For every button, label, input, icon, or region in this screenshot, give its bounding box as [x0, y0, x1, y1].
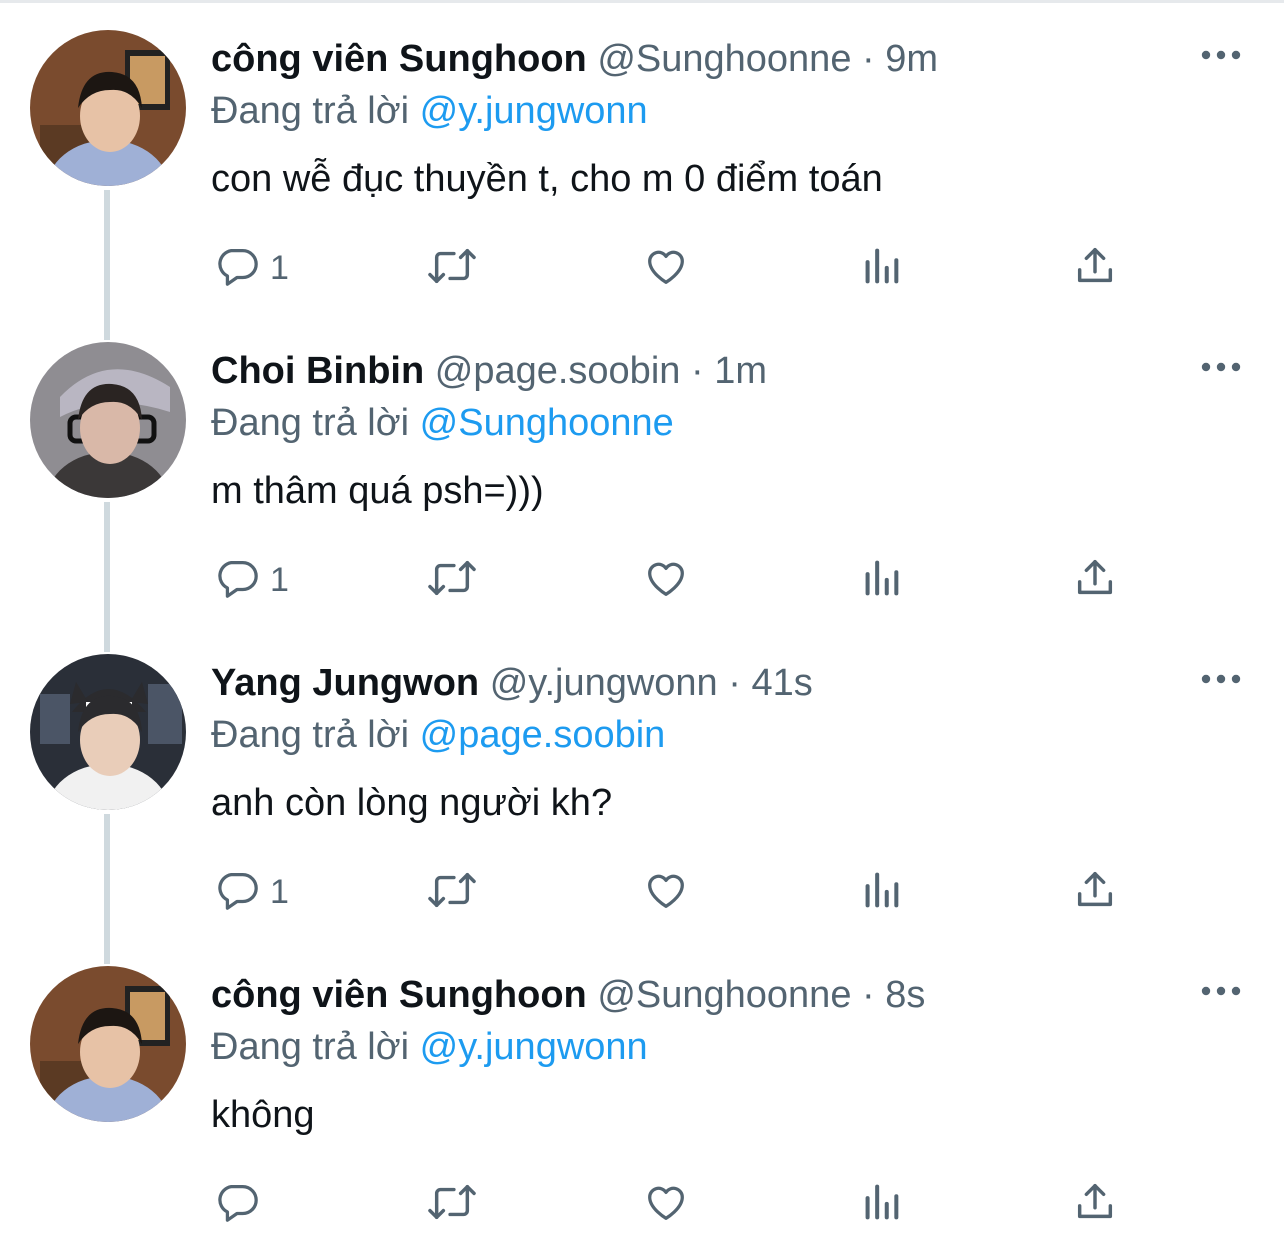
- reply-count: 1: [270, 872, 289, 911]
- tweet-text: anh còn lòng người kh?: [211, 782, 613, 824]
- replying-to: Đang trả lời @Sunghoonne: [211, 400, 674, 446]
- user-handle[interactable]: @Sunghoonne: [597, 974, 851, 1016]
- heart-icon: [642, 1179, 690, 1230]
- views-icon: [858, 555, 904, 606]
- tweet-header: công viên Sunghoon @Sunghoonne · 9m: [211, 36, 938, 82]
- reply-icon: [214, 555, 260, 606]
- replying-label: Đang trả lời: [211, 1026, 410, 1068]
- like-button[interactable]: [642, 1180, 690, 1228]
- retweet-icon: [424, 243, 480, 294]
- retweet-button[interactable]: [424, 556, 480, 604]
- tweet[interactable]: Yang Jungwon @y.jungwonn · 41s Đang trả …: [0, 624, 1284, 936]
- timestamp[interactable]: 41s: [751, 662, 812, 704]
- tweet-actions: 1: [0, 212, 1284, 322]
- reply-button[interactable]: 1: [214, 868, 289, 916]
- retweet-button[interactable]: [424, 1180, 480, 1228]
- views-icon: [858, 243, 904, 294]
- reply-button[interactable]: 1: [214, 244, 289, 292]
- share-button[interactable]: [1072, 244, 1118, 292]
- tweet[interactable]: công viên Sunghoon @Sunghoonne · 8s Đang…: [0, 936, 1284, 1248]
- display-name[interactable]: công viên Sunghoon: [211, 38, 587, 80]
- share-icon: [1072, 555, 1118, 606]
- tweet-text: m thâm quá psh=))): [211, 470, 544, 512]
- heart-icon: [642, 867, 690, 918]
- avatar[interactable]: [30, 342, 186, 498]
- timestamp[interactable]: 1m: [714, 350, 767, 392]
- retweet-icon: [424, 555, 480, 606]
- tweet-text: không: [211, 1094, 315, 1136]
- more-icon[interactable]: [1198, 976, 1244, 1006]
- tweet[interactable]: Choi Binbin @page.soobin · 1m Đang trả l…: [0, 312, 1284, 624]
- user-handle[interactable]: @page.soobin: [435, 350, 681, 392]
- reply-icon: [214, 867, 260, 918]
- share-button[interactable]: [1072, 556, 1118, 604]
- more-icon[interactable]: [1198, 40, 1244, 70]
- tweet-actions: 1: [0, 524, 1284, 634]
- display-name[interactable]: Yang Jungwon: [211, 662, 479, 704]
- views-icon: [858, 1179, 904, 1230]
- retweet-icon: [424, 1179, 480, 1230]
- like-button[interactable]: [642, 556, 690, 604]
- tweet-actions: [0, 1148, 1284, 1258]
- mention-link[interactable]: @y.jungwonn: [420, 90, 648, 132]
- display-name[interactable]: Choi Binbin: [211, 350, 424, 392]
- retweet-button[interactable]: [424, 868, 480, 916]
- avatar[interactable]: [30, 30, 186, 186]
- user-handle[interactable]: @y.jungwonn: [490, 662, 718, 704]
- mention-link[interactable]: @Sunghoonne: [420, 402, 674, 444]
- reply-count: 1: [270, 560, 289, 599]
- like-button[interactable]: [642, 868, 690, 916]
- share-icon: [1072, 867, 1118, 918]
- views-button[interactable]: [858, 1180, 904, 1228]
- separator: ·: [862, 38, 875, 80]
- heart-icon: [642, 243, 690, 294]
- views-button[interactable]: [858, 244, 904, 292]
- views-button[interactable]: [858, 868, 904, 916]
- mention-link[interactable]: @page.soobin: [420, 714, 666, 756]
- heart-icon: [642, 555, 690, 606]
- reply-button[interactable]: 1: [214, 556, 289, 604]
- separator: ·: [690, 350, 704, 392]
- tweet-header: Choi Binbin @page.soobin · 1m: [211, 348, 767, 394]
- avatar[interactable]: [30, 966, 186, 1122]
- more-icon[interactable]: [1198, 664, 1244, 694]
- tweet-header: Yang Jungwon @y.jungwonn · 41s: [211, 660, 813, 706]
- separator: ·: [728, 662, 741, 704]
- share-icon: [1072, 1179, 1118, 1230]
- more-icon[interactable]: [1198, 352, 1244, 382]
- separator: ·: [862, 974, 875, 1016]
- timestamp[interactable]: 9m: [885, 38, 938, 80]
- reply-icon: [214, 243, 260, 294]
- like-button[interactable]: [642, 244, 690, 292]
- timestamp[interactable]: 8s: [885, 974, 925, 1016]
- avatar[interactable]: [30, 654, 186, 810]
- tweet-header: công viên Sunghoon @Sunghoonne · 8s: [211, 972, 925, 1018]
- replying-to: Đang trả lời @y.jungwonn: [211, 88, 648, 134]
- share-button[interactable]: [1072, 1180, 1118, 1228]
- mention-link[interactable]: @y.jungwonn: [420, 1026, 648, 1068]
- retweet-button[interactable]: [424, 244, 480, 292]
- replying-label: Đang trả lời: [211, 714, 410, 756]
- tweet[interactable]: công viên Sunghoon @Sunghoonne · 9m Đang…: [0, 0, 1284, 312]
- display-name[interactable]: công viên Sunghoon: [211, 974, 587, 1016]
- views-button[interactable]: [858, 556, 904, 604]
- share-button[interactable]: [1072, 868, 1118, 916]
- reply-count: 1: [270, 248, 289, 287]
- replying-to: Đang trả lời @page.soobin: [211, 712, 665, 758]
- tweet-text: con wễ đục thuyền t, cho m 0 điểm toán: [211, 158, 883, 200]
- replying-to: Đang trả lời @y.jungwonn: [211, 1024, 648, 1070]
- reply-icon: [214, 1179, 260, 1230]
- reply-button[interactable]: [214, 1180, 270, 1228]
- retweet-icon: [424, 867, 480, 918]
- user-handle[interactable]: @Sunghoonne: [597, 38, 851, 80]
- tweet-actions: 1: [0, 836, 1284, 946]
- share-icon: [1072, 243, 1118, 294]
- views-icon: [858, 867, 904, 918]
- replying-label: Đang trả lời: [211, 402, 410, 444]
- replying-label: Đang trả lời: [211, 90, 410, 132]
